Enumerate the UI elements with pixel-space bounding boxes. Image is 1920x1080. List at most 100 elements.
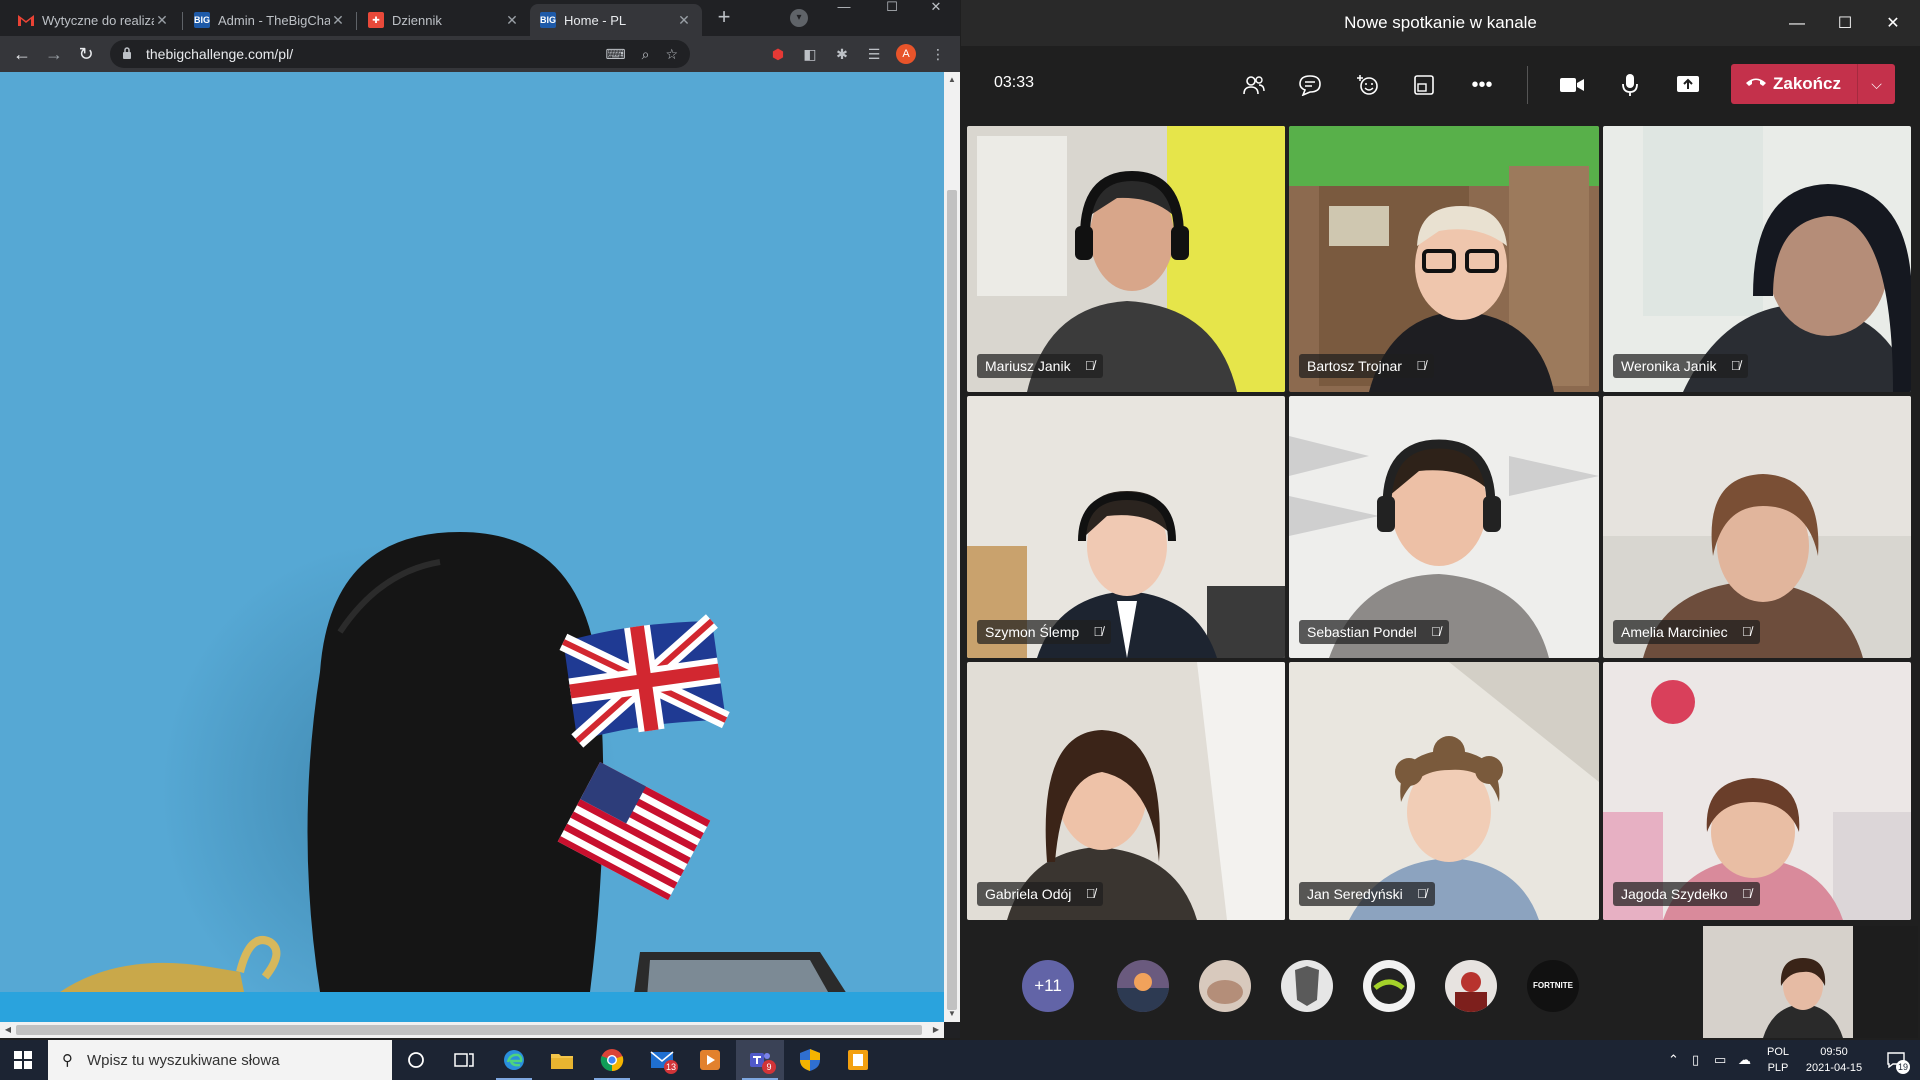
microphone-icon[interactable] [1615, 70, 1645, 100]
self-video-preview[interactable] [1703, 926, 1918, 1038]
task-view-icon[interactable] [440, 1040, 488, 1080]
scroll-down-icon[interactable]: ▼ [944, 1006, 960, 1022]
scroll-left-icon[interactable]: ◀ [0, 1022, 16, 1038]
scrollbar-thumb[interactable] [16, 1025, 922, 1035]
participant-video [967, 396, 1285, 658]
close-window-icon[interactable]: ✕ [916, 0, 956, 16]
new-tab-button[interactable]: + [712, 6, 736, 30]
vertical-scrollbar[interactable]: ▲ ▼ [944, 72, 960, 1022]
participant-tile[interactable]: Sebastian Pondel 🎙̸ [1289, 396, 1599, 658]
cortana-icon[interactable] [392, 1040, 440, 1080]
horizontal-scrollbar[interactable]: ◀ ▶ [0, 1022, 944, 1038]
controls-divider [1527, 66, 1528, 104]
end-call-label: Zakończ [1773, 74, 1842, 93]
menu-kebab-icon[interactable]: ⋮ [928, 44, 948, 64]
mail-icon[interactable]: 13 [638, 1040, 686, 1080]
participant-name: Jagoda Szydełko 🎙̸ [1613, 882, 1760, 906]
close-tab-icon[interactable]: ✕ [330, 12, 346, 29]
participant-tile[interactable]: Gabriela Odój 🎙̸ [967, 662, 1285, 920]
mic-off-icon: 🎙̸ [1085, 886, 1096, 901]
notification-center-icon[interactable]: 19 [1876, 1040, 1916, 1080]
end-call-button[interactable]: Zakończ ⌵ [1731, 64, 1895, 104]
close-window-icon[interactable]: ✕ [1881, 12, 1905, 36]
participants-icon[interactable] [1239, 70, 1269, 100]
close-tab-icon[interactable]: ✕ [504, 12, 520, 29]
meeting-controls-bar: 03:33 ••• Zakończ ⌵ [961, 46, 1920, 124]
address-bar[interactable]: thebigchallenge.com/pl/ ⌨ ⌕ ☆ [110, 40, 690, 68]
forward-icon[interactable]: → [42, 42, 66, 66]
meeting-title: Nowe spotkanie w kanale [1344, 13, 1537, 32]
reload-icon[interactable]: ↻ [74, 42, 98, 66]
participant-video [1289, 126, 1599, 392]
zoom-icon[interactable]: ⌕ [642, 46, 650, 63]
maximize-icon[interactable]: ☐ [1833, 12, 1857, 36]
more-participants-button[interactable]: +11 [1022, 960, 1074, 1012]
participant-avatar[interactable] [1281, 960, 1333, 1012]
camera-icon[interactable] [1557, 70, 1587, 100]
reactions-icon[interactable] [1353, 70, 1383, 100]
tab-dziennik[interactable]: ✚ Dziennik ✕ [358, 4, 530, 36]
participant-video [1603, 396, 1911, 658]
participant-tile[interactable]: Szymon Ślemp 🎙̸ [967, 396, 1285, 658]
profile-avatar[interactable]: A [896, 44, 916, 64]
participant-avatar[interactable] [1445, 960, 1497, 1012]
tab-gmail[interactable]: Wytyczne do realizac ✕ [8, 4, 180, 36]
more-actions-icon[interactable]: ••• [1467, 70, 1497, 100]
chat-icon[interactable] [1295, 70, 1325, 100]
breakout-rooms-icon[interactable] [1409, 70, 1439, 100]
file-explorer-icon[interactable] [538, 1040, 586, 1080]
hero-illustration [55, 532, 865, 1022]
chrome-icon[interactable] [588, 1040, 636, 1080]
battery-icon[interactable]: ▭ [1714, 1040, 1726, 1080]
translate-icon[interactable]: ⌨ [605, 46, 625, 63]
show-hidden-icons-icon[interactable]: ⌃ [1668, 1040, 1679, 1080]
url-text[interactable]: thebigchallenge.com/pl/ [146, 46, 589, 62]
clock-time: 09:50 [1820, 1046, 1848, 1058]
media-player-icon[interactable] [686, 1040, 734, 1080]
participant-tile[interactable]: Bartosz Trojnar 🎙̸ [1289, 126, 1599, 392]
scrollbar-thumb[interactable] [947, 190, 957, 1010]
participant-name: Szymon Ślemp 🎙̸ [977, 620, 1112, 644]
windows-taskbar: ⚲ Wpisz tu wyszukiwane słowa 13 9 ⌃ ▯ ▭ … [0, 1040, 1920, 1080]
participant-avatar-fortnite[interactable]: FORTNITE [1527, 960, 1579, 1012]
puzzle-icon[interactable]: ✱ [832, 44, 852, 64]
teams-badge: 9 [762, 1060, 776, 1074]
share-screen-icon[interactable] [1673, 70, 1703, 100]
participant-avatar[interactable] [1363, 960, 1415, 1012]
taskbar-search-input[interactable]: ⚲ Wpisz tu wyszukiwane słowa [48, 1040, 392, 1080]
tab-home-pl[interactable]: BIG Home - PL ✕ [530, 4, 702, 36]
teams-icon[interactable]: 9 [736, 1040, 784, 1080]
participant-tile[interactable]: Mariusz Janik 🎙̸ [967, 126, 1285, 392]
big-icon: BIG [194, 12, 210, 28]
participant-tile[interactable]: Weronika Janik 🎙̸ [1603, 126, 1911, 392]
participant-tile[interactable]: Jan Seredyński 🎙̸ [1289, 662, 1599, 920]
minimize-icon[interactable]: — [1785, 12, 1809, 36]
taskbar-clock[interactable]: 09:50 2021-04-15 [1798, 1044, 1870, 1076]
sticky-notes-icon[interactable] [834, 1040, 882, 1080]
maximize-icon[interactable]: ☐ [872, 0, 912, 16]
close-tab-icon[interactable]: ✕ [676, 12, 692, 29]
extension-icon[interactable]: ◧ [800, 44, 820, 64]
participant-avatar[interactable] [1117, 960, 1169, 1012]
back-icon[interactable]: ← [10, 42, 34, 66]
tab-admin-thebigchallenge[interactable]: BIG Admin - TheBigChalle ✕ [184, 4, 356, 36]
reading-list-icon[interactable]: ☰ [864, 44, 884, 64]
tab-search-icon[interactable]: ▾ [790, 9, 808, 27]
input-language-indicator[interactable]: POL PLP [1765, 1044, 1791, 1076]
participant-tile[interactable]: Jagoda Szydełko 🎙̸ [1603, 662, 1911, 920]
tablet-mode-icon[interactable]: ▯ [1692, 1040, 1699, 1080]
participant-tile[interactable]: Amelia Marciniec 🎙̸ [1603, 396, 1911, 658]
scroll-right-icon[interactable]: ▶ [928, 1022, 944, 1038]
extension-shield-icon[interactable]: ⬢ [768, 44, 788, 64]
close-tab-icon[interactable]: ✕ [154, 12, 170, 29]
scroll-up-icon[interactable]: ▲ [944, 72, 960, 88]
windows-start-icon[interactable] [0, 1040, 46, 1080]
participant-avatar[interactable] [1199, 960, 1251, 1012]
bookmark-star-icon[interactable]: ☆ [665, 46, 678, 63]
security-shield-icon[interactable] [786, 1040, 834, 1080]
edge-icon[interactable] [490, 1040, 538, 1080]
chevron-down-icon[interactable]: ⌵ [1857, 64, 1895, 104]
participant-video [1603, 126, 1911, 392]
minimize-icon[interactable]: — [824, 0, 864, 16]
onedrive-cloud-icon[interactable]: ☁ [1738, 1040, 1751, 1080]
